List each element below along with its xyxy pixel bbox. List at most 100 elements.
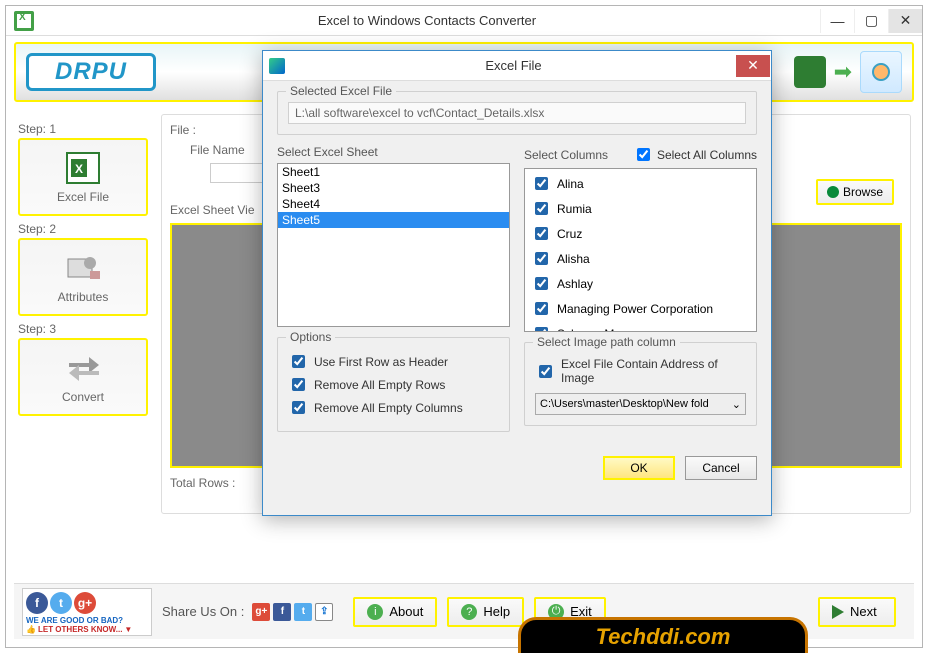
- excel-icon: [794, 56, 826, 88]
- column-checkbox[interactable]: [535, 327, 548, 332]
- column-item[interactable]: Rumia: [527, 196, 754, 221]
- column-label: Rumia: [557, 202, 592, 216]
- excel-file-dialog: Excel File ✕ Selected Excel File Select …: [262, 50, 772, 516]
- step-2-name: Attributes: [58, 290, 109, 304]
- sheet-item[interactable]: Sheet1: [278, 164, 509, 180]
- twitter-mini-icon[interactable]: t: [294, 603, 312, 621]
- column-checkbox[interactable]: [535, 277, 548, 290]
- titlebar: Excel to Windows Contacts Converter — ▢ …: [6, 6, 922, 36]
- image-path-group: Select Image path column Excel File Cont…: [524, 342, 757, 426]
- maximize-button[interactable]: ▢: [854, 9, 888, 33]
- column-checkbox[interactable]: [535, 177, 548, 190]
- opt-remove-empty-cols[interactable]: Remove All Empty Columns: [288, 398, 499, 417]
- share-box: f t g+ WE ARE GOOD OR BAD? 👍LET OTHERS K…: [22, 588, 152, 636]
- attributes-icon: [64, 253, 102, 283]
- dialog-close-button[interactable]: ✕: [736, 55, 770, 77]
- arrow-right-icon: ➡: [834, 59, 852, 85]
- sheet-item[interactable]: Sheet3: [278, 180, 509, 196]
- step-attributes-button[interactable]: Attributes: [18, 238, 148, 316]
- step-excel-file-button[interactable]: X Excel File: [18, 138, 148, 216]
- opt1-label: Use First Row as Header: [314, 355, 448, 369]
- column-checkbox[interactable]: [535, 202, 548, 215]
- excel-file-icon: X: [65, 151, 101, 185]
- next-button[interactable]: Next: [818, 597, 896, 627]
- minimize-button[interactable]: —: [820, 9, 854, 33]
- opt-first-row-header[interactable]: Use First Row as Header: [288, 352, 499, 371]
- sheet-item[interactable]: Sheet4: [278, 196, 509, 212]
- facebook-icon[interactable]: f: [26, 592, 48, 614]
- column-checkbox[interactable]: [535, 252, 548, 265]
- dialog-title: Excel File: [291, 58, 736, 73]
- gplus-icon[interactable]: g+: [74, 592, 96, 614]
- column-item[interactable]: Managing Power Corporation: [527, 296, 754, 321]
- close-button[interactable]: ✕: [888, 9, 922, 33]
- window-title: Excel to Windows Contacts Converter: [34, 13, 820, 28]
- step-convert-button[interactable]: Convert: [18, 338, 148, 416]
- svg-text:X: X: [75, 162, 83, 176]
- twitter-icon[interactable]: t: [50, 592, 72, 614]
- image-path-legend: Select Image path column: [533, 335, 680, 349]
- info-icon: i: [367, 604, 383, 620]
- column-item[interactable]: Ashlay: [527, 271, 754, 296]
- opt-remove-empty-cols-checkbox[interactable]: [292, 401, 305, 414]
- image-contain-checkbox-row[interactable]: Excel File Contain Address of Image: [535, 357, 746, 385]
- drpu-logo: DRPU: [26, 53, 156, 91]
- dialog-titlebar: Excel File ✕: [263, 51, 771, 81]
- about-label: About: [389, 604, 423, 619]
- browse-icon: [827, 186, 839, 198]
- sheet-listbox[interactable]: Sheet1Sheet3Sheet4Sheet5: [277, 163, 510, 327]
- help-button[interactable]: ? Help: [447, 597, 524, 627]
- opt2-label: Remove All Empty Rows: [314, 378, 445, 392]
- opt3-label: Remove All Empty Columns: [314, 401, 463, 415]
- sidebar: Step: 1 X Excel File Step: 2 Attributes …: [18, 116, 148, 416]
- about-button[interactable]: i About: [353, 597, 437, 627]
- column-item[interactable]: Scheme Manager: [527, 321, 754, 332]
- column-label: Cruz: [557, 227, 582, 241]
- techddi-badge: Techddi.com: [518, 617, 808, 653]
- select-all-label: Select All Columns: [657, 148, 757, 162]
- help-label: Help: [483, 604, 510, 619]
- convert-icon: [65, 353, 101, 383]
- image-path-value: C:\Users\master\Desktop\New fold: [540, 398, 709, 410]
- contact-icon: [860, 51, 902, 93]
- column-checkbox[interactable]: [535, 227, 548, 240]
- step-1-label: Step: 1: [18, 122, 148, 136]
- browse-button[interactable]: Browse: [816, 179, 894, 205]
- selected-file-group: Selected Excel File: [277, 91, 757, 135]
- chevron-down-icon: ⌄: [732, 398, 741, 411]
- columns-listbox[interactable]: Alina Rumia Cruz Alisha Ashlay Managing Power…: [524, 168, 757, 332]
- opt-remove-empty-rows-checkbox[interactable]: [292, 378, 305, 391]
- file-name-input[interactable]: [210, 163, 270, 183]
- selected-file-legend: Selected Excel File: [286, 84, 396, 98]
- share-us-label: Share Us On :: [162, 604, 244, 619]
- facebook-mini-icon[interactable]: f: [273, 603, 291, 621]
- opt-remove-empty-rows[interactable]: Remove All Empty Rows: [288, 375, 499, 394]
- dialog-icon: [269, 58, 285, 74]
- select-columns-label: Select Columns: [524, 148, 608, 162]
- good-bad-text: WE ARE GOOD OR BAD?: [26, 616, 148, 625]
- cancel-button[interactable]: Cancel: [685, 456, 757, 480]
- image-path-dropdown[interactable]: C:\Users\master\Desktop\New fold ⌄: [535, 393, 746, 415]
- step-3-label: Step: 3: [18, 322, 148, 336]
- opt-first-row-header-checkbox[interactable]: [292, 355, 305, 368]
- column-label: Scheme Manager: [557, 327, 652, 333]
- ok-button[interactable]: OK: [603, 456, 675, 480]
- sheet-item[interactable]: Sheet5: [278, 212, 509, 228]
- app-icon: [14, 11, 34, 31]
- share-mini-icon[interactable]: ⇪: [315, 603, 333, 621]
- image-contain-label: Excel File Contain Address of Image: [561, 357, 746, 385]
- browse-label: Browse: [843, 185, 883, 199]
- gplus-mini-icon[interactable]: g+: [252, 603, 270, 621]
- select-all-columns-checkbox[interactable]: [637, 148, 650, 161]
- help-icon: ?: [461, 604, 477, 620]
- next-label: Next: [850, 604, 877, 619]
- column-checkbox[interactable]: [535, 302, 548, 315]
- column-label: Ashlay: [557, 277, 593, 291]
- column-item[interactable]: Alisha: [527, 246, 754, 271]
- column-item[interactable]: Cruz: [527, 221, 754, 246]
- column-item[interactable]: Alina: [527, 171, 754, 196]
- image-contain-checkbox[interactable]: [539, 365, 552, 378]
- selected-file-input[interactable]: [288, 102, 746, 124]
- column-label: Alina: [557, 177, 584, 191]
- step-2-label: Step: 2: [18, 222, 148, 236]
